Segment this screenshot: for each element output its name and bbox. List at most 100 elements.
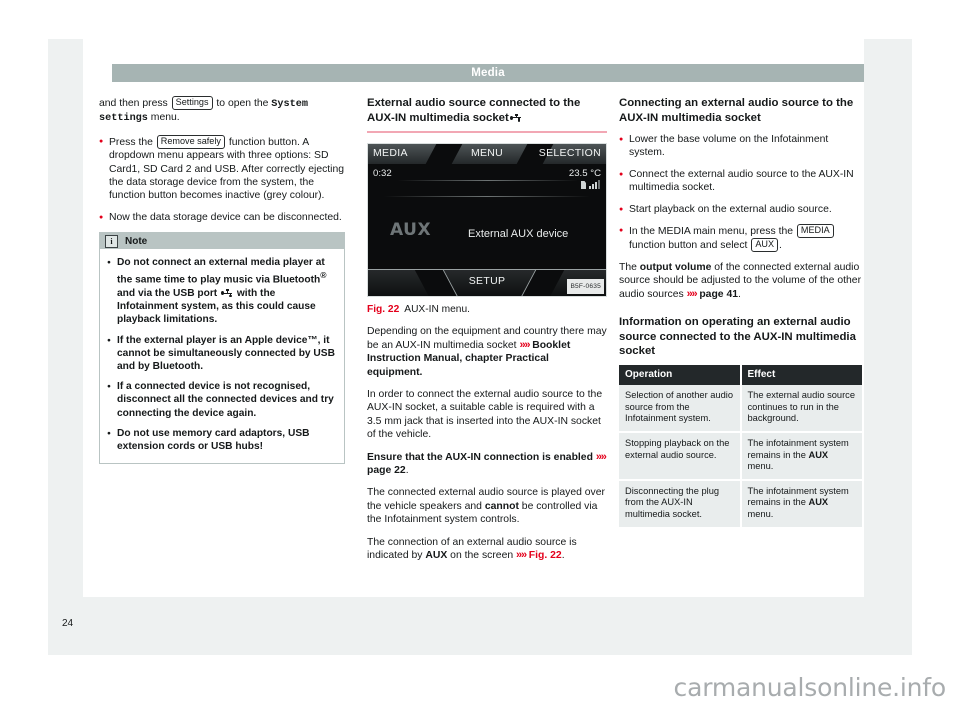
column-header-effect: Effect xyxy=(740,364,862,386)
table-header-row: Operation Effect xyxy=(619,364,862,386)
bullet-start-playback: Start playback on the external audio sou… xyxy=(619,203,862,218)
bullet-disconnect-device: Now the data storage device can be disco… xyxy=(99,211,345,226)
cell-operation-3: Disconnecting the plug from the AUX-IN m… xyxy=(619,479,742,529)
bullet-remove-safely: Press the Remove safely function button.… xyxy=(99,134,345,203)
bullet-connect-source: Connect the external audio source to the… xyxy=(619,168,862,195)
note-text-part2: and via the USB port xyxy=(117,288,221,300)
screen-tab-selection[interactable]: SELECTION xyxy=(539,147,601,160)
paragraph-cannot-control: The connected external audio source is p… xyxy=(367,486,607,526)
volume-part1: The xyxy=(619,261,640,273)
cell-effect-3: The infotainment system remains in the A… xyxy=(740,479,862,529)
effect3-bold-aux: AUX xyxy=(808,497,829,508)
section-heading-text: External audio source connected to the A… xyxy=(367,97,581,124)
cell-operation-1: Selection of another audio source from t… xyxy=(619,385,742,433)
note-box-title: Note xyxy=(125,235,148,247)
xref-arrow-icon: »» xyxy=(519,338,530,351)
site-watermark: carmanualsonline.info xyxy=(673,673,947,702)
section-heading-aux-in: External audio source connected to the A… xyxy=(367,96,607,125)
para4-bold-cannot: cannot xyxy=(484,500,519,512)
note-box-header: i Note xyxy=(100,233,344,250)
text-after-settings-key: to open the xyxy=(213,98,272,109)
note-box-body: Do not connect an external media player … xyxy=(100,249,344,463)
effect3-part1: The infotainment system remains in the xyxy=(747,485,849,508)
bullet-lower-volume: Lower the base volume on the Infotainmen… xyxy=(619,133,862,160)
screen-divider-upper xyxy=(398,180,578,181)
xref-fig-22[interactable]: Fig. 22 xyxy=(529,550,562,561)
paragraph-cable-jack: In order to connect the external audio s… xyxy=(367,389,603,441)
effect2-bold-aux: AUX xyxy=(808,449,829,460)
figure-caption: Fig. 22 AUX-IN menu. xyxy=(367,303,607,316)
table-row: Selection of another audio source from t… xyxy=(619,385,862,433)
cell-effect-1: The external audio source continues to r… xyxy=(740,385,862,433)
figure-image-code: B5F-0635 xyxy=(567,278,604,294)
screen-status-icons xyxy=(581,180,600,189)
screen-button-setup[interactable]: SETUP xyxy=(469,275,506,288)
effect3-part2: menu. xyxy=(747,508,774,519)
page-number: 24 xyxy=(62,618,74,629)
screen-tab-menu[interactable]: MENU xyxy=(471,147,503,160)
usb-icon xyxy=(221,289,234,298)
section-heading-information: Information on operating an external aud… xyxy=(619,316,856,358)
paragraph-aux-indicated: The connection of an external audio sour… xyxy=(367,536,607,563)
para5-tail: . xyxy=(561,550,565,562)
para3-tail: . xyxy=(405,465,409,477)
screen-clock: 0:32 xyxy=(373,168,392,179)
media-bullet-tail: . xyxy=(779,240,782,252)
xref-arrow-icon: »» xyxy=(516,549,527,562)
screen-source-label: AUX xyxy=(390,220,432,240)
media-function-button[interactable]: MEDIA xyxy=(796,224,834,239)
screen-device-name: External AUX device xyxy=(468,228,569,240)
aux-function-button[interactable]: AUX xyxy=(751,238,779,253)
para5-part2: on the screen xyxy=(447,550,517,562)
info-icon: i xyxy=(105,234,118,248)
effect2-part1: The infotainment system remains in the xyxy=(747,437,849,460)
left-column: and then press Settings to open the Syst… xyxy=(99,96,345,465)
xref-arrow-icon: »» xyxy=(686,287,698,300)
media-bullet-before: In the MEDIA main menu, press the xyxy=(629,226,796,238)
table-row: Disconnecting the plug from the AUX-IN m… xyxy=(619,479,862,529)
running-head: Media xyxy=(112,64,864,82)
note-item-bluetooth-usb: Do not connect an external media player … xyxy=(107,256,337,326)
ensure-enabled-bold: Ensure that the AUX-IN connection is ena… xyxy=(367,451,596,463)
screen-divider-lower xyxy=(384,196,590,197)
text-before-settings-key: and then press xyxy=(99,98,171,109)
paragraph-output-volume: The output volume of the connected exter… xyxy=(619,261,862,301)
middle-column: External audio source connected to the A… xyxy=(367,96,607,572)
media-bullet-mid: function button and select xyxy=(629,240,751,252)
screen-tab-media[interactable]: MEDIA xyxy=(373,147,408,160)
signal-bars-icon xyxy=(589,180,600,189)
column-header-operation: Operation xyxy=(619,364,742,386)
usb-icon xyxy=(509,113,523,122)
para5-bold-aux: AUX xyxy=(425,550,448,562)
text-intro-tail: menu. xyxy=(147,112,180,124)
paragraph-settings-intro: and then press Settings to open the Syst… xyxy=(99,96,345,126)
note-item-apple-device: If the external player is an Apple devic… xyxy=(107,334,337,374)
xref-arrow-icon: »» xyxy=(595,450,607,463)
figure-number: Fig. 22 xyxy=(367,304,400,315)
screen-status-row: 0:32 23.5 °C xyxy=(368,164,606,194)
paragraph-ensure-enabled: Ensure that the AUX-IN connection is ena… xyxy=(367,451,607,478)
paragraph-equipment-country: Depending on the equipment and country t… xyxy=(367,325,607,379)
sim-card-icon xyxy=(581,181,586,189)
settings-function-button[interactable]: Settings xyxy=(171,96,213,110)
bullet-media-menu: In the MEDIA main menu, press the MEDIA … xyxy=(619,224,862,253)
xref-page-22[interactable]: page 22 xyxy=(367,465,406,476)
note-box: i Note Do not connect an external media … xyxy=(99,232,345,465)
xref-page-41[interactable]: page 41 xyxy=(699,289,738,300)
top-bar-notch-left xyxy=(425,144,463,164)
cell-operation-2: Stopping playback on the external audio … xyxy=(619,431,742,481)
table-row: Stopping playback on the external audio … xyxy=(619,431,862,481)
volume-tail: . xyxy=(738,288,741,300)
para1-text: Depending on the equipment and country t… xyxy=(367,326,607,351)
bottom-bar-notch-left xyxy=(414,270,459,296)
right-column: Connecting an external audio source to t… xyxy=(619,96,862,529)
note-item-no-adaptors: Do not use memory card adaptors, USB ext… xyxy=(107,427,337,453)
text-before-remove-key: Press the xyxy=(109,136,156,148)
remove-safely-function-button[interactable]: Remove safely xyxy=(156,134,225,149)
section-heading-connecting: Connecting an external audio source to t… xyxy=(619,97,854,124)
registered-mark: ® xyxy=(320,270,327,281)
cell-effect-2: The infotainment system remains in the A… xyxy=(740,431,862,481)
screen-temperature: 23.5 °C xyxy=(568,168,601,179)
section-heading-wrapper: External audio source connected to the A… xyxy=(367,96,607,133)
infotainment-screen-figure: MEDIA MENU SELECTION 0:32 23.5 °C AUX Ex… xyxy=(367,143,607,297)
